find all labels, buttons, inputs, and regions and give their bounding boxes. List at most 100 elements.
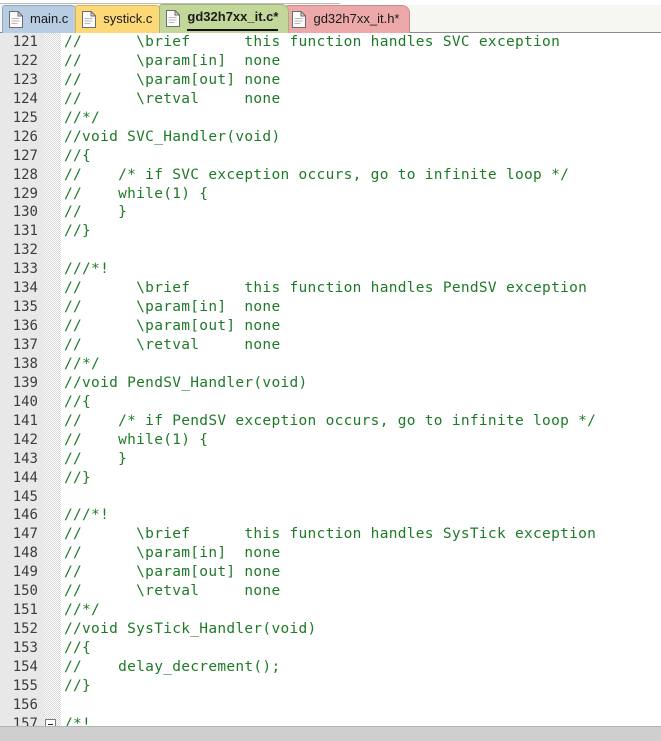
line-number: 146 xyxy=(12,507,38,524)
code-line[interactable]: 155 //} xyxy=(0,677,661,696)
code-line[interactable]: 138 //*/ xyxy=(0,355,661,374)
code-line[interactable]: 149 // \param[out] none xyxy=(0,563,661,582)
line-number: 152 xyxy=(12,621,38,638)
line-number: 134 xyxy=(12,280,38,297)
code-line[interactable]: 146 ///*! xyxy=(0,506,661,525)
tab-main-c[interactable]: main.c xyxy=(2,5,80,33)
code-line[interactable]: 128 // /* if SVC exception occurs, go to … xyxy=(0,166,661,185)
code-line-text: //*/ xyxy=(64,602,101,619)
code-line-text: //} xyxy=(64,469,92,486)
code-line-text: ///*! xyxy=(64,507,110,524)
code-line[interactable]: 139 //void PendSV_Handler(void) xyxy=(0,374,661,393)
tab-gd32h7xx-it-h[interactable]: gd32h7xx_it.h* xyxy=(285,5,411,33)
line-number: 131 xyxy=(12,223,38,240)
code-line[interactable]: 132 xyxy=(0,241,661,260)
code-line[interactable]: 156 xyxy=(0,696,661,715)
document-icon xyxy=(292,10,307,28)
code-line[interactable]: 148 // \param[in] none xyxy=(0,544,661,563)
code-line[interactable]: 122 // \param[in] none xyxy=(0,52,661,71)
code-line[interactable]: 141 // /* if PendSV exception occurs, go … xyxy=(0,412,661,431)
code-line[interactable]: 125 //*/ xyxy=(0,109,661,128)
line-number: 143 xyxy=(12,450,38,467)
code-line-text: // delay_decrement(); xyxy=(64,658,281,675)
line-number: 151 xyxy=(12,602,38,619)
code-line[interactable]: 137 // \retval none xyxy=(0,336,661,355)
code-line[interactable]: 151 //*/ xyxy=(0,601,661,620)
code-line[interactable]: 130 // } xyxy=(0,203,661,222)
code-line[interactable]: 123 // \param[out] none xyxy=(0,71,661,90)
code-line-text: // \brief this function handles PendSV e… xyxy=(64,280,588,297)
code-line[interactable]: 140 //{ xyxy=(0,393,661,412)
code-line-text: //void SysTick_Handler(void) xyxy=(64,621,317,638)
code-line[interactable]: 129 // while(1) { xyxy=(0,185,661,204)
code-line-text: // \param[out] none xyxy=(64,564,281,581)
code-line-text: // \param[in] none xyxy=(64,299,281,316)
code-line-text: // \param[out] none xyxy=(64,318,281,335)
line-number: 121 xyxy=(12,34,38,50)
code-line[interactable]: 144 //} xyxy=(0,469,661,488)
line-number: 133 xyxy=(12,261,38,278)
line-number: 147 xyxy=(12,526,38,543)
line-number: 141 xyxy=(12,412,38,429)
code-line[interactable]: 157 /*! xyxy=(0,715,661,726)
code-text-area[interactable]: 121 // \brief this function handles SVC e… xyxy=(0,33,661,726)
code-line[interactable]: 133 ///*! xyxy=(0,260,661,279)
tab-systick-c[interactable]: systick.c xyxy=(75,5,164,33)
code-line-text: // } xyxy=(64,204,128,221)
code-line[interactable]: 136 // \param[out] none xyxy=(0,317,661,336)
code-line[interactable]: 147 // \brief this function handles SysTi… xyxy=(0,525,661,544)
horizontal-scrollbar[interactable] xyxy=(0,726,661,741)
tab-label: systick.c xyxy=(103,11,153,26)
code-line[interactable]: 143 // } xyxy=(0,450,661,469)
code-line-text: // \param[in] none xyxy=(64,545,281,562)
code-line-text: // while(1) { xyxy=(64,185,209,202)
code-line-text: // \param[out] none xyxy=(64,71,281,88)
code-line[interactable]: 152 //void SysTick_Handler(void) xyxy=(0,620,661,639)
line-number: 157 xyxy=(12,715,38,726)
code-line[interactable]: 126 //void SVC_Handler(void) xyxy=(0,128,661,147)
code-line-text: ///*! xyxy=(64,261,110,278)
code-line[interactable]: 145 xyxy=(0,488,661,507)
document-icon xyxy=(166,9,181,27)
code-line[interactable]: 153 //{ xyxy=(0,639,661,658)
code-line[interactable]: 127 //{ xyxy=(0,147,661,166)
line-number: 154 xyxy=(12,658,38,675)
code-editor[interactable]: 121 // \brief this function handles SVC e… xyxy=(0,33,661,726)
line-number: 142 xyxy=(12,431,38,448)
code-line-text: // \param[in] none xyxy=(64,52,281,69)
fold-toggle-icon[interactable] xyxy=(45,718,56,726)
code-line-text: //{ xyxy=(64,393,92,410)
code-line[interactable]: 154 // delay_decrement(); xyxy=(0,658,661,677)
line-number: 123 xyxy=(12,71,38,88)
code-line-text: // \retval none xyxy=(64,337,281,353)
code-line[interactable]: 135 // \param[in] none xyxy=(0,298,661,317)
code-line[interactable]: 142 // while(1) { xyxy=(0,431,661,450)
code-line-text: // } xyxy=(64,450,128,467)
code-line[interactable]: 134 // \brief this function handles PendS… xyxy=(0,279,661,298)
line-number: 130 xyxy=(12,204,38,221)
line-number: 140 xyxy=(12,393,38,410)
code-line[interactable]: 121 // \brief this function handles SVC e… xyxy=(0,33,661,52)
line-number: 148 xyxy=(12,545,38,562)
editor-tab-bar: main.c systick.c gd32h7xx_it.c* gd32h7xx… xyxy=(0,0,661,33)
line-number: 125 xyxy=(12,109,38,126)
line-number: 149 xyxy=(12,564,38,581)
document-icon xyxy=(82,10,97,28)
code-line-text: /*! xyxy=(64,715,92,726)
code-line[interactable]: 124 // \retval none xyxy=(0,90,661,109)
line-number: 128 xyxy=(12,166,38,183)
tab-label: gd32h7xx_it.h* xyxy=(313,11,400,26)
line-number: 137 xyxy=(12,337,38,353)
code-line[interactable]: 131 //} xyxy=(0,222,661,241)
code-line-text: //{ xyxy=(64,147,92,164)
tab-label: main.c xyxy=(30,11,69,26)
line-number: 145 xyxy=(12,488,38,505)
code-line-text: // /* if PendSV exception occurs, go to … xyxy=(64,412,597,429)
line-number: 124 xyxy=(12,90,38,107)
code-line-text: //*/ xyxy=(64,109,101,126)
document-icon xyxy=(9,10,23,28)
code-line[interactable]: 150 // \retval none xyxy=(0,582,661,601)
code-line-text: // \retval none xyxy=(64,583,281,600)
code-line-text: //void PendSV_Handler(void) xyxy=(64,374,308,391)
tab-gd32h7xx-it-c[interactable]: gd32h7xx_it.c* xyxy=(159,4,290,33)
